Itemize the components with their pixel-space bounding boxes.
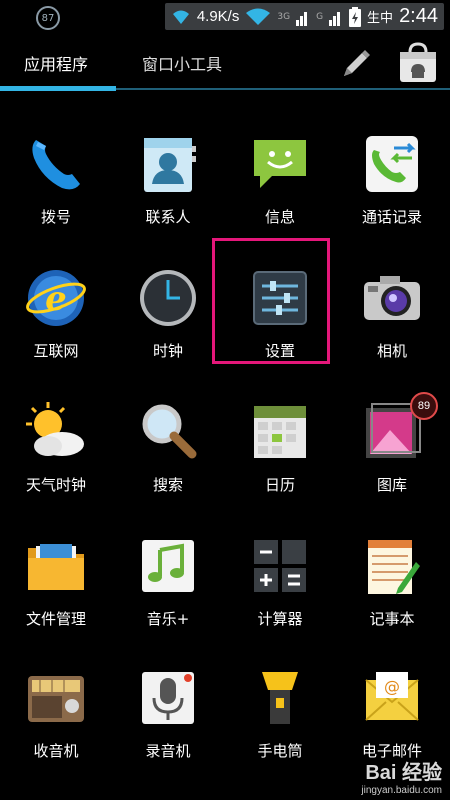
app-label: 信息 (264, 208, 295, 226)
gallery-count-badge: 89 (410, 392, 438, 420)
gallery-icon: 89 (360, 392, 438, 464)
tab-active-indicator (0, 86, 116, 91)
network-type-label: 3G (277, 11, 291, 22)
app-weather-clock[interactable]: 天气时钟 (0, 400, 112, 495)
app-label: 搜索 (152, 476, 183, 494)
signal-bars-icon-2 (329, 11, 341, 26)
calculator-icon (248, 534, 312, 598)
app-call-log[interactable]: 通话记录 (336, 132, 448, 227)
app-label: 联系人 (145, 208, 191, 226)
play-store-icon[interactable] (396, 42, 440, 84)
camera-icon (360, 266, 424, 330)
radio-icon (24, 666, 88, 730)
file-manager-icon (24, 534, 88, 598)
music-icon (136, 534, 200, 598)
app-label: 拨号 (40, 208, 71, 226)
app-notepad[interactable]: 记事本 (336, 534, 448, 629)
tab-widgets[interactable]: 窗口小工具 (142, 51, 222, 75)
app-label: 文件管理 (25, 610, 86, 628)
tab-apps[interactable]: 应用程序 (24, 51, 88, 75)
app-browser[interactable]: e 互联网 (0, 266, 112, 361)
edit-pencil-icon[interactable] (338, 48, 372, 82)
app-recorder[interactable]: 录音机 (112, 666, 224, 761)
app-label: 相机 (376, 342, 407, 360)
app-label: 图库 (376, 476, 407, 494)
app-messaging[interactable]: 信息 (224, 132, 336, 227)
call-log-icon (360, 132, 424, 196)
app-grid: 拨号 联系人 信息 通话记录 e 互联网 时钟 设置 相机 天气时钟 搜索 日历… (0, 100, 450, 800)
baidu-watermark: Bai 经验 jingyan.baidu.com (361, 756, 442, 796)
email-icon: @ (360, 666, 424, 730)
wifi-icon (172, 10, 189, 24)
app-file-manager[interactable]: 文件管理 (0, 534, 112, 629)
app-email[interactable]: @ 电子邮件 (336, 666, 448, 761)
status-icons: 4.9K/s 3G G 生中 2:44 (164, 3, 444, 30)
app-camera[interactable]: 相机 (336, 266, 448, 361)
recorder-icon (136, 666, 200, 730)
settings-highlight-box (212, 238, 330, 364)
watermark-logo: Bai 经验 (365, 762, 442, 784)
app-radio[interactable]: 收音机 (0, 666, 112, 761)
app-label: 时钟 (152, 342, 183, 360)
phone-icon (24, 132, 88, 196)
browser-icon: e (24, 266, 88, 330)
flashlight-icon (248, 666, 312, 730)
app-label: 天气时钟 (25, 476, 86, 494)
app-contacts[interactable]: 联系人 (112, 132, 224, 227)
wifi-signal-icon (246, 8, 271, 25)
svg-text:@: @ (384, 677, 400, 696)
app-label: 手电筒 (257, 742, 303, 760)
signal-bars-icon (296, 11, 308, 26)
messaging-icon (248, 132, 312, 196)
app-flashlight[interactable]: 手电筒 (224, 666, 336, 761)
notification-area[interactable]: 87 (36, 6, 60, 30)
clock-time: 2:44 (399, 5, 438, 27)
clock-icon (136, 266, 200, 330)
weather-clock-icon (24, 400, 88, 464)
app-label: 录音机 (145, 742, 191, 760)
app-label: 音乐+ (146, 610, 190, 628)
network-type-label-2: G (316, 11, 324, 22)
app-calendar[interactable]: 日历 (224, 400, 336, 495)
network-speed: 4.9K/s (196, 8, 240, 25)
watermark-url: jingyan.baidu.com (361, 785, 442, 796)
app-search[interactable]: 搜索 (112, 400, 224, 495)
battery-icon (349, 6, 362, 27)
search-icon (136, 400, 200, 464)
app-label: 计算器 (257, 610, 303, 628)
notification-count-badge: 87 (36, 6, 60, 30)
app-label: 互联网 (33, 342, 79, 360)
app-calculator[interactable]: 计算器 (224, 534, 336, 629)
app-label: 记事本 (369, 610, 415, 628)
carrier-text: 生中 (367, 11, 394, 26)
app-label: 日历 (264, 476, 295, 494)
contacts-icon (136, 132, 200, 196)
calendar-icon (248, 400, 312, 464)
status-bar: 87 4.9K/s 3G G 生中 2:44 (0, 0, 450, 33)
app-label: 收音机 (33, 742, 79, 760)
app-music[interactable]: 音乐+ (112, 534, 224, 629)
notepad-icon (360, 534, 424, 598)
app-dialer[interactable]: 拨号 (0, 132, 112, 227)
app-clock[interactable]: 时钟 (112, 266, 224, 361)
app-label: 通话记录 (361, 208, 422, 226)
app-gallery[interactable]: 89 图库 (336, 392, 448, 495)
